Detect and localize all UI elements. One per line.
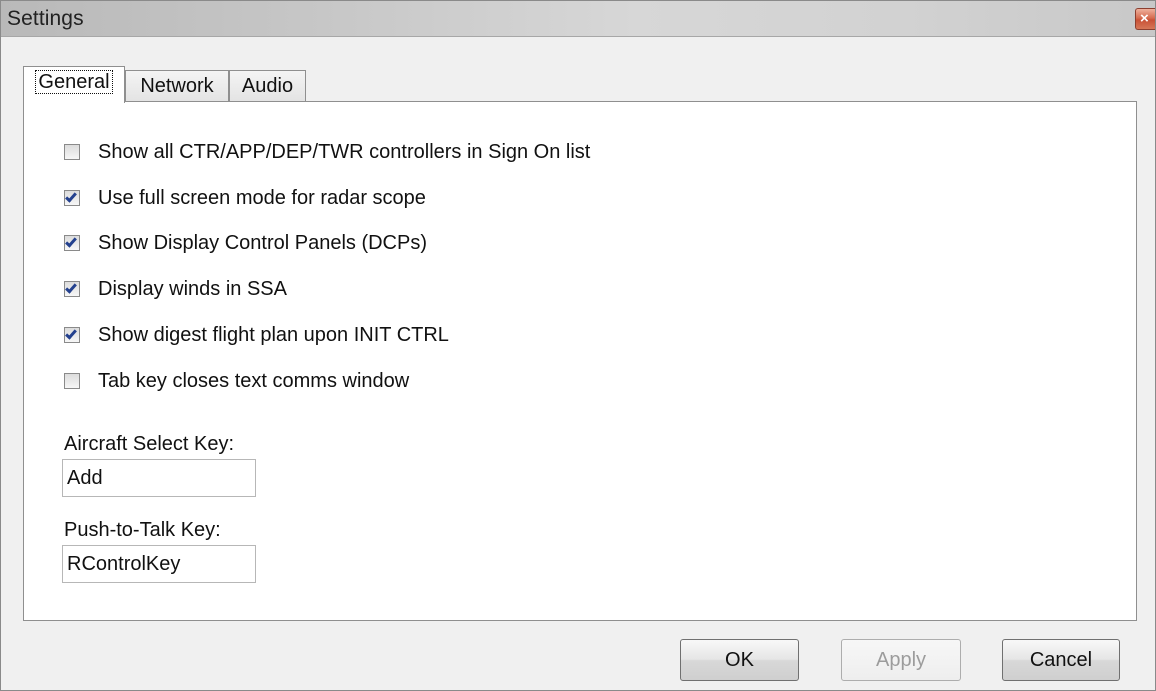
aircraft-select-key-input[interactable]: Add <box>62 459 256 497</box>
display-control-panels-label: Show Display Control Panels (DCPs) <box>98 231 428 254</box>
tab-audio[interactable]: Audio <box>229 70 306 102</box>
aircraft-select-key-label: Aircraft Select Key: <box>64 433 235 455</box>
digest-flight-plan-checkbox[interactable] <box>64 327 80 343</box>
cancel-button[interactable]: Cancel <box>1002 639 1120 681</box>
option-display-control-panels[interactable]: Show Display Control Panels (DCPs) <box>64 230 427 256</box>
option-display-winds-ssa[interactable]: Display winds in SSA <box>64 276 287 302</box>
full-screen-radar-label: Use full screen mode for radar scope <box>98 186 426 209</box>
tab-audio-label: Audio <box>241 75 294 97</box>
tab-general[interactable]: General <box>23 66 125 103</box>
apply-button[interactable]: Apply <box>841 639 961 681</box>
close-button[interactable]: × <box>1135 8 1155 30</box>
push-to-talk-key-label: Push-to-Talk Key: <box>64 519 221 541</box>
settings-window: Settings × General Network Audio Show al… <box>0 0 1156 691</box>
title-bar: Settings × <box>1 1 1155 37</box>
close-icon: × <box>1140 10 1149 27</box>
full-screen-radar-checkbox[interactable] <box>64 190 80 206</box>
digest-flight-plan-label: Show digest flight plan upon INIT CTRL <box>98 323 449 346</box>
show-all-controllers-checkbox[interactable] <box>64 144 80 160</box>
push-to-talk-key-input[interactable]: RControlKey <box>62 545 256 583</box>
tab-closes-comms-label: Tab key closes text comms window <box>98 369 410 392</box>
option-tab-closes-comms[interactable]: Tab key closes text comms window <box>64 368 409 394</box>
show-all-controllers-label: Show all CTR/APP/DEP/TWR controllers in … <box>98 140 591 163</box>
tab-general-label: General <box>35 70 113 94</box>
window-title: Settings <box>7 7 84 30</box>
display-control-panels-checkbox[interactable] <box>64 235 80 251</box>
display-winds-ssa-label: Display winds in SSA <box>98 277 287 300</box>
general-tab-panel: Show all CTR/APP/DEP/TWR controllers in … <box>23 101 1137 621</box>
tab-network[interactable]: Network <box>125 70 229 102</box>
ok-button[interactable]: OK <box>680 639 799 681</box>
option-full-screen-radar[interactable]: Use full screen mode for radar scope <box>64 185 426 211</box>
tab-closes-comms-checkbox[interactable] <box>64 373 80 389</box>
option-digest-flight-plan[interactable]: Show digest flight plan upon INIT CTRL <box>64 322 449 348</box>
tab-network-label: Network <box>140 75 214 97</box>
option-show-all-controllers[interactable]: Show all CTR/APP/DEP/TWR controllers in … <box>64 139 590 165</box>
display-winds-ssa-checkbox[interactable] <box>64 281 80 297</box>
